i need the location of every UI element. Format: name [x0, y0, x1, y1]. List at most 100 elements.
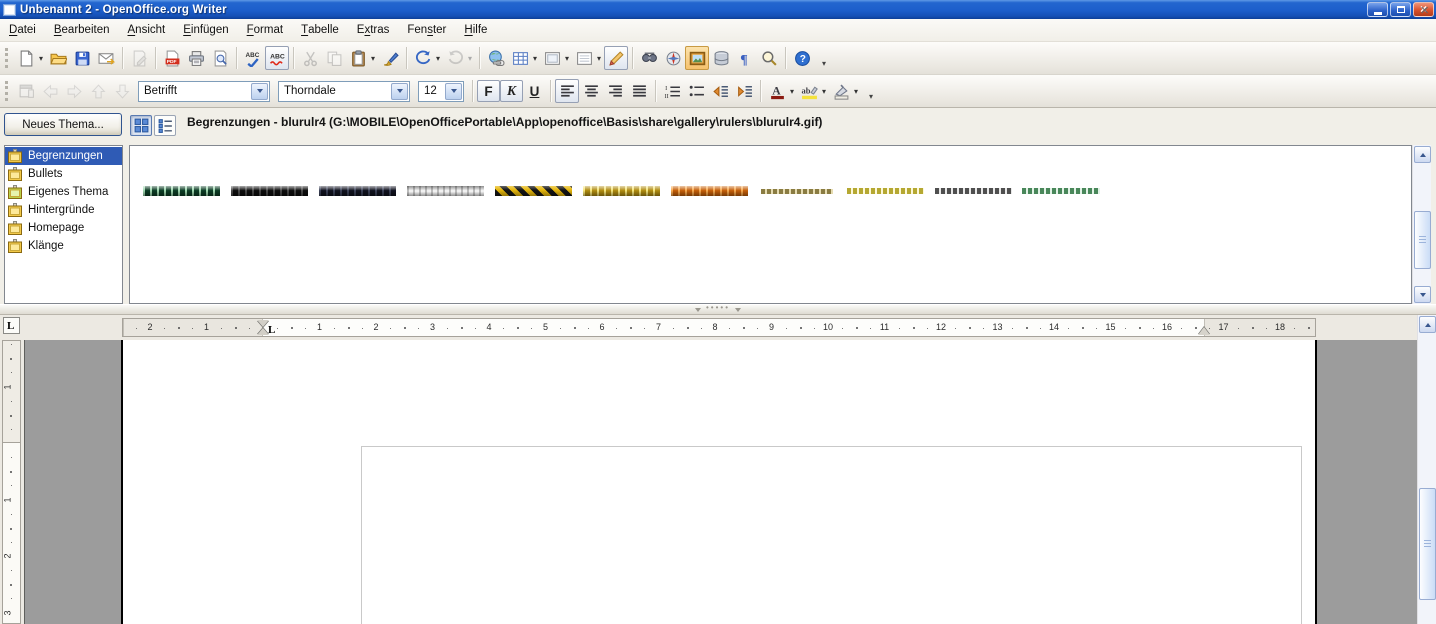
hyperlink-button[interactable] [484, 46, 508, 70]
previous-button[interactable] [38, 79, 62, 103]
icon-view-button[interactable] [130, 115, 152, 136]
paragraph-style-combo-dropdown-icon[interactable] [251, 83, 268, 100]
paste-dropdown-icon[interactable]: ▾ [368, 54, 378, 63]
edit-file-button[interactable] [127, 46, 151, 70]
restore-button[interactable] [1390, 2, 1411, 17]
insert-table-dropdown-icon[interactable]: ▾ [530, 54, 540, 63]
font-color-dropdown-icon[interactable]: ▾ [787, 87, 797, 96]
menu-item-bearbeiten[interactable]: Bearbeiten [45, 19, 119, 41]
insert-section-button[interactable] [572, 46, 596, 70]
scroll-down-button[interactable] [1414, 286, 1431, 303]
spellcheck-button[interactable]: ABC [241, 46, 265, 70]
theme-item-bullets[interactable]: Bullets [5, 165, 122, 183]
help-button[interactable]: ? [790, 46, 814, 70]
paste-button[interactable] [346, 46, 370, 70]
toolbar-overflow-icon[interactable]: ▾ [817, 46, 831, 70]
decrease-indent-button[interactable] [708, 79, 732, 103]
vertical-ruler[interactable]: 1123 [2, 340, 21, 624]
scroll-thumb[interactable] [1419, 488, 1436, 600]
minimize-button[interactable] [1367, 2, 1388, 17]
move-down-button[interactable] [110, 79, 134, 103]
tab-type-selector[interactable]: L [3, 317, 20, 334]
numbered-list-button[interactable]: III [660, 79, 684, 103]
gallery-item-orange-ruler[interactable] [665, 179, 753, 203]
document-scrollbar[interactable] [1417, 315, 1436, 624]
gallery-splitter[interactable]: ••••• [0, 304, 1436, 315]
theme-item-hintergründe[interactable]: Hintergründe [5, 201, 122, 219]
menu-item-einfügen[interactable]: Einfügen [174, 19, 237, 41]
new-theme-button[interactable]: Neues Thema... [4, 113, 122, 136]
gallery-item-black-ruler[interactable] [225, 179, 313, 203]
save-button[interactable] [70, 46, 94, 70]
gallery-item-green-chain[interactable] [1017, 179, 1105, 203]
move-up-button[interactable] [86, 79, 110, 103]
styles-and-formatting-button[interactable] [14, 79, 38, 103]
close-document-icon[interactable]: × [1420, 3, 1429, 18]
gallery-item-black-yellow-ruler[interactable] [489, 179, 577, 203]
menu-item-extras[interactable]: Extras [348, 19, 399, 41]
font-name-combo-dropdown-icon[interactable] [391, 83, 408, 100]
formatting-marks-button[interactable]: ¶ [733, 46, 757, 70]
font-size-combo[interactable]: 12 [418, 81, 464, 102]
insert-section-dropdown-icon[interactable]: ▾ [594, 54, 604, 63]
navigator-button[interactable] [661, 46, 685, 70]
font-color-button[interactable]: A [765, 79, 789, 103]
email-document-button[interactable] [94, 46, 118, 70]
menu-item-fenster[interactable]: Fenster [398, 19, 455, 41]
document-page[interactable] [121, 340, 1317, 624]
page-preview-button[interactable] [208, 46, 232, 70]
next-button[interactable] [62, 79, 86, 103]
align-left-button[interactable] [555, 79, 579, 103]
toolbar-grip[interactable] [5, 48, 8, 68]
title-bar[interactable]: Unbenannt 2 - OpenOffice.org Writer × [0, 0, 1436, 19]
cut-button[interactable] [298, 46, 322, 70]
italic-button[interactable]: K [500, 80, 523, 102]
align-right-button[interactable] [603, 79, 627, 103]
toolbar-grip[interactable] [5, 81, 8, 101]
redo-dropdown-icon[interactable]: ▾ [465, 54, 475, 63]
menu-item-ansicht[interactable]: Ansicht [119, 19, 175, 41]
gallery-item-tan-chain[interactable] [753, 179, 841, 203]
bold-button[interactable]: F [477, 80, 500, 102]
gallery-scrollbar[interactable] [1412, 145, 1431, 304]
align-center-button[interactable] [579, 79, 603, 103]
scroll-thumb[interactable] [1414, 211, 1431, 269]
highlighting-dropdown-icon[interactable]: ▾ [819, 87, 829, 96]
insert-frame-dropdown-icon[interactable]: ▾ [562, 54, 572, 63]
horizontal-ruler[interactable]: 21123456789101112131415161718L [122, 318, 1316, 337]
bullet-list-button[interactable] [684, 79, 708, 103]
theme-item-homepage[interactable]: Homepage [5, 219, 122, 237]
scroll-up-button[interactable] [1419, 316, 1436, 333]
draw-functions-button[interactable] [604, 46, 628, 70]
insert-table-button[interactable] [508, 46, 532, 70]
background-color-button[interactable] [829, 79, 853, 103]
align-justify-button[interactable] [627, 79, 651, 103]
background-color-dropdown-icon[interactable]: ▾ [851, 87, 861, 96]
theme-item-begrenzungen[interactable]: Begrenzungen [5, 147, 122, 165]
redo-button[interactable] [443, 46, 467, 70]
font-size-combo-dropdown-icon[interactable] [445, 83, 462, 100]
toolbar-overflow-icon[interactable]: ▾ [864, 79, 878, 103]
scroll-up-button[interactable] [1414, 146, 1431, 163]
theme-item-klänge[interactable]: Klänge [5, 237, 122, 255]
gallery-item-yellow-ruler[interactable] [577, 179, 665, 203]
new-document-dropdown-icon[interactable]: ▾ [36, 54, 46, 63]
increase-indent-button[interactable] [732, 79, 756, 103]
undo-button[interactable] [411, 46, 435, 70]
gallery-button[interactable] [685, 46, 709, 70]
gallery-preview[interactable] [129, 145, 1412, 304]
menu-item-tabelle[interactable]: Tabelle [292, 19, 348, 41]
gallery-item-green-ruler[interactable] [137, 179, 225, 203]
gallery-item-gray-chain[interactable] [929, 179, 1017, 203]
format-paintbrush-button[interactable] [378, 46, 402, 70]
underline-button[interactable]: U [523, 80, 546, 102]
print-button[interactable] [184, 46, 208, 70]
right-indent-marker[interactable] [1198, 327, 1210, 335]
gallery-item-yellow-chain[interactable] [841, 179, 929, 203]
font-name-combo[interactable]: Thorndale [278, 81, 410, 102]
autospellcheck-button[interactable]: ABC [265, 46, 289, 70]
menu-item-format[interactable]: Format [238, 19, 292, 41]
insert-frame-button[interactable] [540, 46, 564, 70]
highlighting-button[interactable]: ab [797, 79, 821, 103]
export-pdf-button[interactable]: PDF [160, 46, 184, 70]
